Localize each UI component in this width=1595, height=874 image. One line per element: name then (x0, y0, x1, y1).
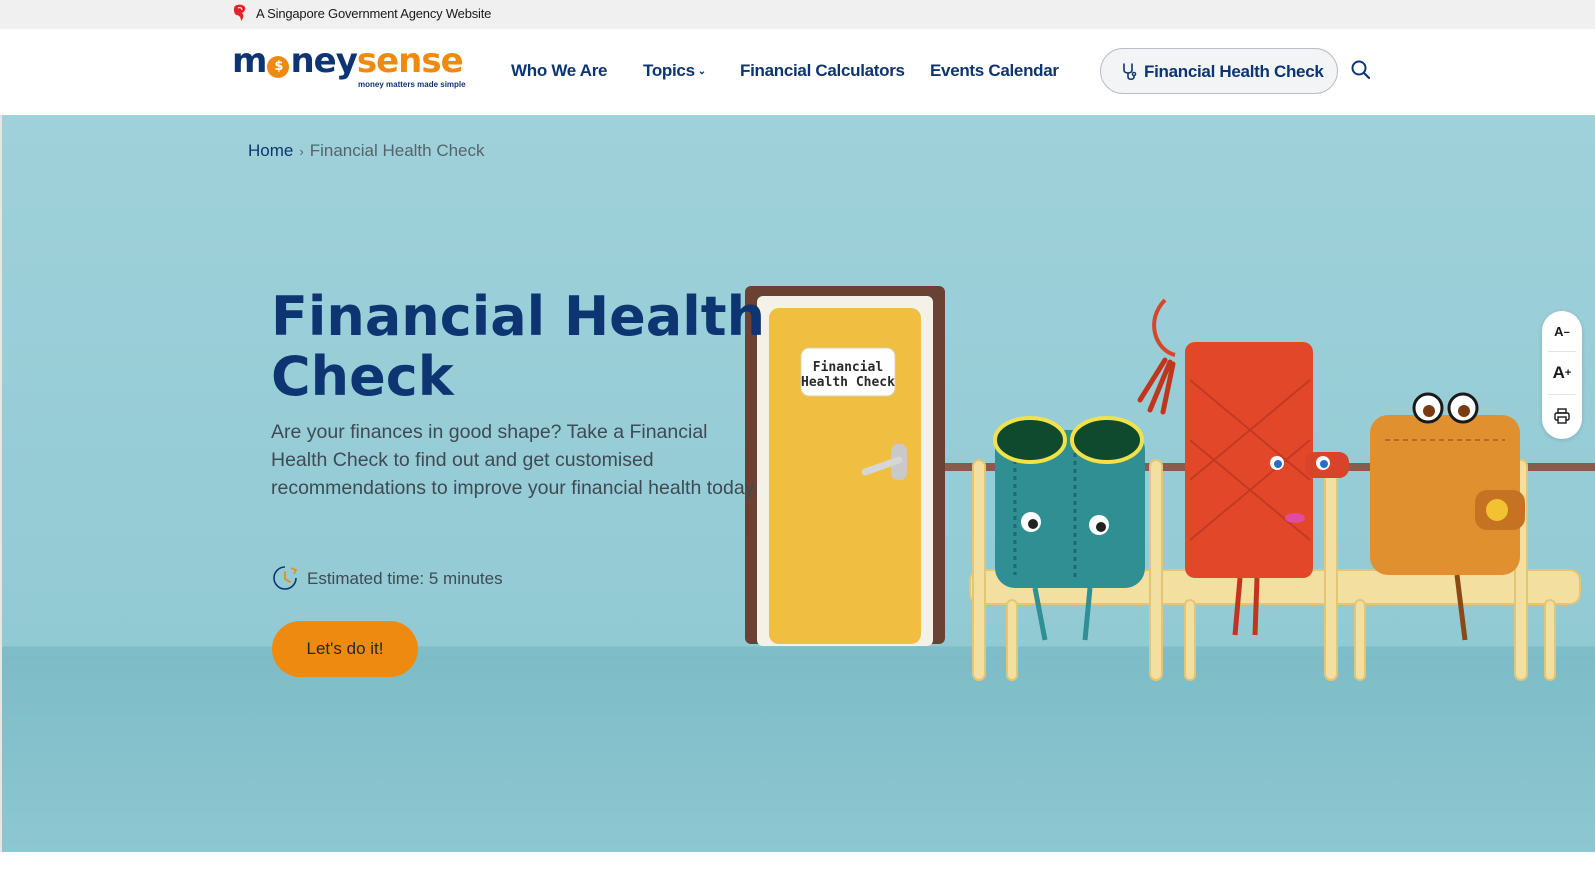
hero-illustration: Financial Health Check (745, 286, 1595, 681)
lion-icon (233, 4, 246, 21)
financial-health-check-label: Financial Health Check (1144, 62, 1324, 81)
nav-topics[interactable]: Topics ⌄ (643, 61, 706, 81)
print-icon (1554, 407, 1570, 424)
tools-divider (1548, 351, 1576, 352)
text-tools-panel: A− A+ (1542, 311, 1582, 439)
estimated-time-text: Estimated time: 5 minutes (307, 569, 503, 588)
door-sign-line2: Health Check (801, 375, 895, 390)
breadcrumb-home-link[interactable]: Home (248, 141, 293, 160)
logo-wordmark: m $ neysense (232, 41, 464, 81)
breadcrumb: Home › Financial Health Check (248, 141, 485, 161)
nav-events-calendar[interactable]: Events Calendar (930, 61, 1059, 81)
lets-do-it-button[interactable]: Let's do it! (272, 621, 418, 677)
door-sign-line1: Financial (813, 360, 883, 375)
hero-description: Are your finances in good shape? Take a … (271, 421, 759, 499)
breadcrumb-current: Financial Health Check (309, 141, 485, 160)
chevron-down-icon: ⌄ (697, 66, 706, 77)
tools-divider (1548, 394, 1576, 395)
page-bottom-strip (0, 852, 1595, 874)
financial-health-check-button[interactable]: Financial Health Check (1100, 48, 1338, 94)
print-button[interactable] (1542, 397, 1582, 435)
site-header: m $ neysense money matters made simple Who… (0, 29, 1595, 115)
search-icon[interactable] (1350, 59, 1372, 81)
nav-topics-label: Topics (643, 61, 695, 80)
coin-icon: $ (267, 56, 290, 78)
logo-tagline: money matters made simple (358, 80, 466, 89)
decrease-font-button[interactable]: A− (1542, 312, 1582, 350)
moneysense-logo[interactable]: m $ neysense money matters made simple (232, 41, 472, 95)
page-title: Financial Health Check (271, 285, 766, 408)
gov-masthead-text: A Singapore Government Agency Website (256, 6, 492, 21)
stethoscope-icon (1123, 63, 1137, 81)
nav-financial-calculators[interactable]: Financial Calculators (740, 61, 905, 81)
breadcrumb-separator-icon: › (299, 144, 304, 159)
increase-font-button[interactable]: A+ (1542, 354, 1582, 392)
gov-masthead: A Singapore Government Agency Website (0, 0, 1595, 29)
clock-icon (273, 566, 298, 590)
nav-who-we-are[interactable]: Who We Are (511, 61, 607, 81)
